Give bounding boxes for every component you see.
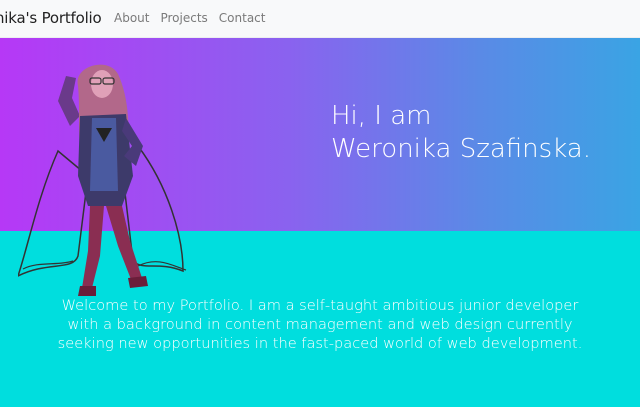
nav-link-contact[interactable]: Contact (219, 11, 266, 25)
greeting-line-2: Weronika Szafinska. (331, 134, 591, 164)
intro-line-3: seeking new opportunities in the fast-pa… (57, 335, 583, 352)
nav-link-about[interactable]: About (114, 11, 149, 25)
intro-line-1: Welcome to my Portfolio. I am a self-tau… (61, 297, 579, 314)
hero-greeting: Hi, I am Weronika Szafinska. (331, 100, 591, 166)
nav-links: About Projects Contact (114, 11, 265, 25)
brand-link[interactable]: onika's Portfolio (0, 9, 102, 27)
greeting-line-1: Hi, I am (331, 101, 432, 131)
navbar: onika's Portfolio About Projects Contact (0, 0, 640, 38)
portrait-figure (18, 64, 187, 296)
intro-text: Welcome to my Portfolio. I am a self-tau… (20, 296, 620, 353)
nav-link-projects[interactable]: Projects (160, 11, 207, 25)
intro-line-2: with a background in content management … (67, 316, 573, 333)
